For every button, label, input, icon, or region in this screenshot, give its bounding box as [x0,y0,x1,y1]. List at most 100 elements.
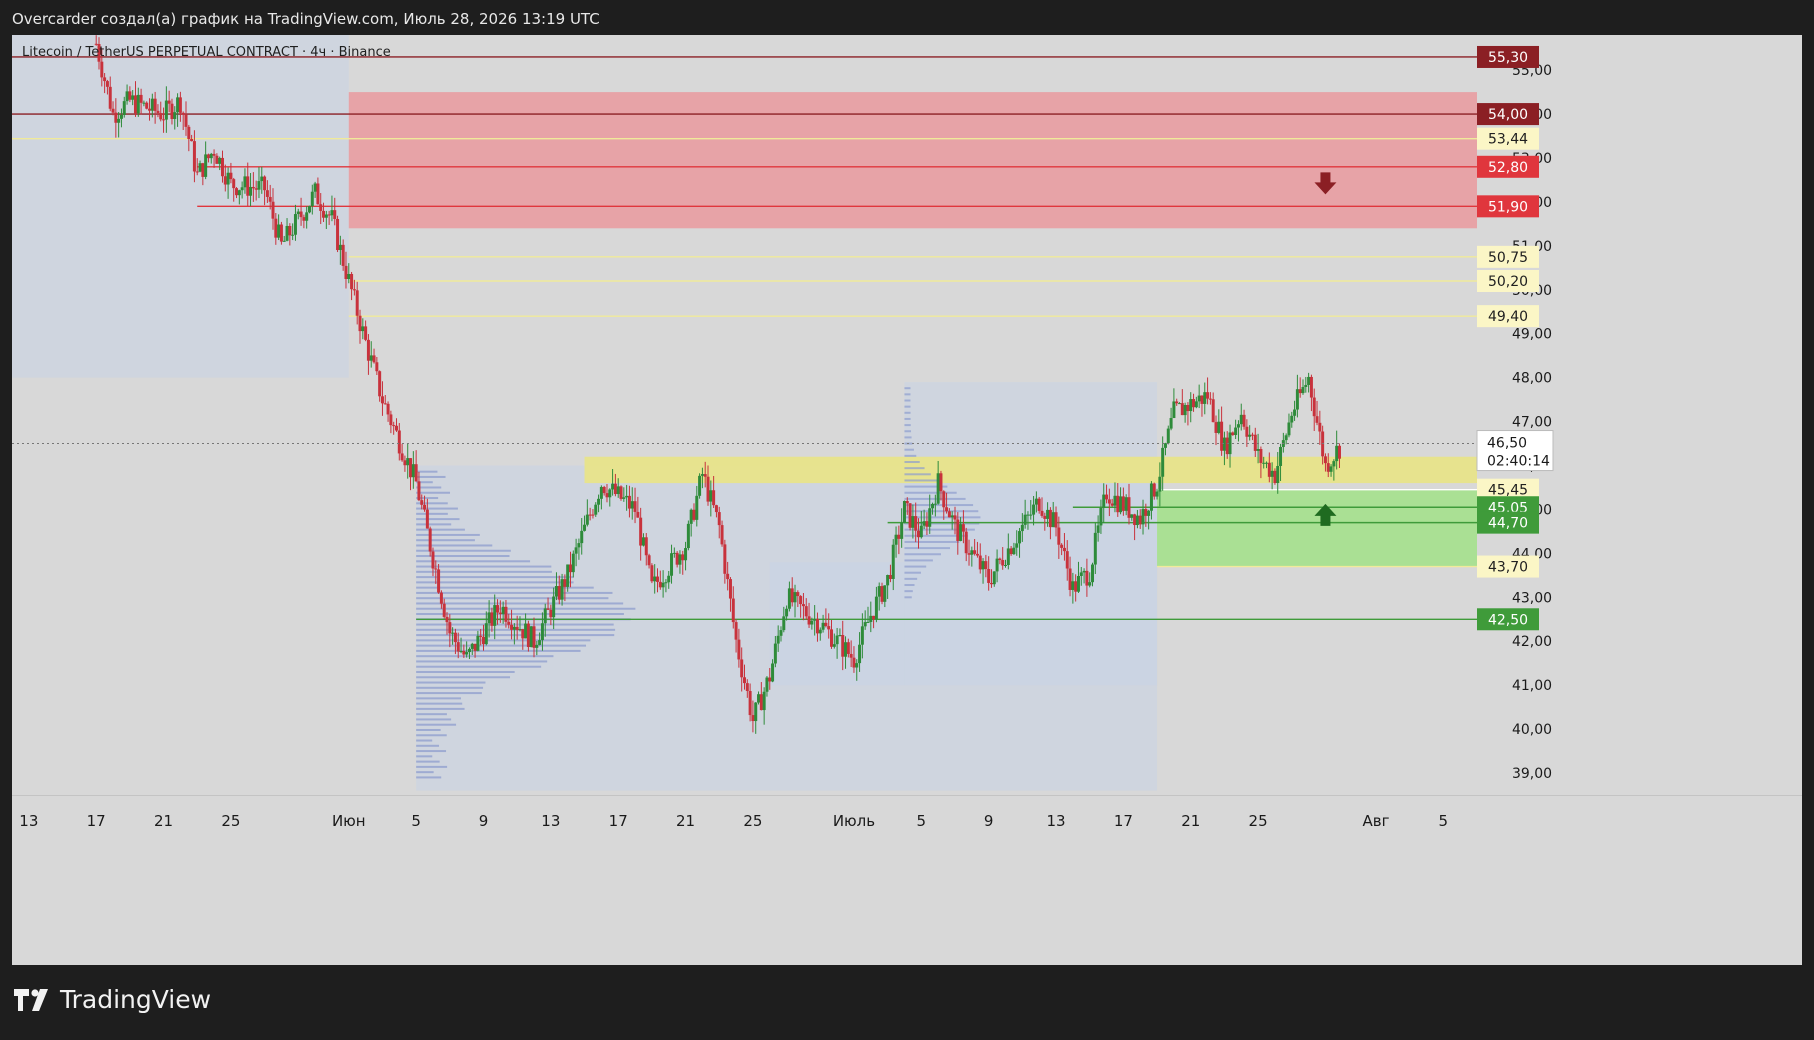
candle-body[interactable] [1248,434,1252,437]
candle-body[interactable] [164,100,168,120]
candle-body[interactable] [1186,404,1190,412]
candle-body[interactable] [987,568,991,583]
candle-body[interactable] [369,355,373,361]
candle-body[interactable] [1158,476,1162,492]
candle-body[interactable] [625,495,629,498]
candle-body[interactable] [498,612,502,615]
candle-body[interactable] [773,643,777,664]
candle-body[interactable] [521,629,525,639]
candle-body[interactable] [961,524,965,532]
candle-body[interactable] [540,623,544,641]
candle-body[interactable] [838,635,842,637]
candle-body[interactable] [552,596,556,618]
candle-body[interactable] [765,677,769,692]
candle-body[interactable] [1259,449,1263,463]
candle-body[interactable] [549,609,553,618]
candle-body[interactable] [350,274,354,290]
candle-body[interactable] [1192,399,1196,408]
tradingview-logo[interactable]: TradingView [14,985,211,1014]
candle-body[interactable] [425,509,429,529]
candle-body[interactable] [268,196,272,202]
candle-body[interactable] [762,691,766,711]
candle-body[interactable] [1071,581,1075,590]
candle-body[interactable] [686,523,690,549]
candle-body[interactable] [1149,483,1153,511]
candle-body[interactable] [1141,509,1145,525]
candle-body[interactable] [546,608,550,610]
candle-body[interactable] [1133,514,1137,526]
candle-body[interactable] [448,622,452,634]
candle-body[interactable] [1279,446,1283,466]
candle-body[interactable] [947,511,951,518]
candle-body[interactable] [627,495,631,509]
candle-body[interactable] [557,586,561,600]
candle-body[interactable] [1329,466,1333,472]
candle-body[interactable] [964,531,968,554]
candle-body[interactable] [978,555,982,570]
candle-body[interactable] [740,659,744,678]
candle-body[interactable] [181,112,185,115]
candle-body[interactable] [796,592,800,597]
candle-body[interactable] [1001,560,1005,566]
candle-body[interactable] [153,98,157,111]
candle-body[interactable] [970,550,974,555]
candle-body[interactable] [352,289,356,291]
candle-body[interactable] [726,573,730,580]
candle-body[interactable] [470,643,474,649]
candle-body[interactable] [383,403,387,405]
candle-body[interactable] [984,561,988,569]
candle-body[interactable] [931,503,935,509]
candle-body[interactable] [959,524,963,541]
candle-body[interactable] [479,635,483,637]
candle-body[interactable] [347,274,351,279]
candle-body[interactable] [888,574,892,579]
candle-body[interactable] [858,644,862,664]
candle-body[interactable] [148,108,152,111]
candle-body[interactable] [524,623,528,639]
candle-body[interactable] [302,217,306,221]
candle-body[interactable] [998,558,1002,561]
candle-body[interactable] [799,596,803,605]
candle-body[interactable] [322,210,326,218]
candle-body[interactable] [860,626,864,645]
candle-body[interactable] [877,586,881,597]
candle-body[interactable] [409,458,413,478]
candle-body[interactable] [599,486,603,499]
candle-body[interactable] [307,206,311,213]
candle-body[interactable] [900,522,904,539]
candle-body[interactable] [1206,392,1210,399]
candle-body[interactable] [1018,531,1022,544]
candle-body[interactable] [1189,399,1193,412]
candle-body[interactable] [580,530,584,544]
candle-body[interactable] [1203,392,1207,404]
candle-body[interactable] [139,94,143,103]
candle-body[interactable] [992,571,996,585]
candle-body[interactable] [560,579,564,600]
candle-body[interactable] [905,501,909,504]
candle-body[interactable] [622,497,626,499]
candle-body[interactable] [305,212,309,221]
candle-body[interactable] [1135,515,1139,526]
candle-body[interactable] [787,588,791,609]
candle-body[interactable] [653,576,657,582]
candle-body[interactable] [341,244,345,266]
candle-body[interactable] [510,624,514,630]
candle-body[interactable] [568,564,572,573]
candle-body[interactable] [585,514,589,525]
candle-body[interactable] [209,153,213,159]
candle-body[interactable] [526,623,530,648]
candle-body[interactable] [538,640,542,645]
candle-body[interactable] [942,491,946,508]
candle-body[interactable] [1127,497,1131,518]
candle-body[interactable] [917,530,921,538]
candle-body[interactable] [869,615,873,622]
candle-body[interactable] [473,643,477,651]
candle-body[interactable] [827,626,831,630]
candle-body[interactable] [1290,415,1294,423]
candle-body[interactable] [487,612,491,624]
candle-body[interactable] [574,547,578,554]
candle-body[interactable] [874,596,878,620]
candle-body[interactable] [1323,456,1327,464]
candle-body[interactable] [465,652,469,655]
candle-body[interactable] [1315,416,1319,423]
